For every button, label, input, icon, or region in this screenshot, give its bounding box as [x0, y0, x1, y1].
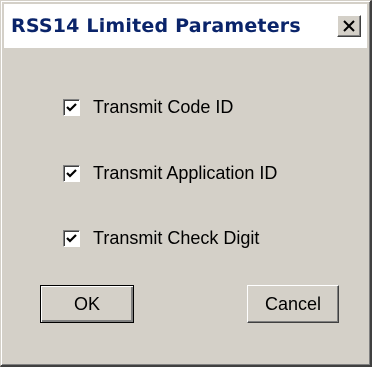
transmit-application-id-option[interactable]: Transmit Application ID	[63, 162, 277, 184]
cancel-button[interactable]: Cancel	[247, 285, 339, 323]
ok-button[interactable]: OK	[40, 285, 134, 323]
transmit-check-digit-label: Transmit Check Digit	[93, 227, 260, 248]
title-bar: RSS14 Limited Parameters	[4, 4, 367, 48]
transmit-check-digit-option[interactable]: Transmit Check Digit	[63, 227, 259, 249]
transmit-code-id-option[interactable]: Transmit Code ID	[63, 96, 233, 118]
transmit-check-digit-checkbox[interactable]	[63, 229, 80, 247]
transmit-code-id-checkbox[interactable]	[63, 98, 80, 116]
dialog-title: RSS14 Limited Parameters	[11, 15, 301, 37]
checkmark-icon	[66, 102, 77, 112]
close-icon	[343, 20, 355, 32]
transmit-code-id-label: Transmit Code ID	[93, 96, 234, 117]
dialog-window: RSS14 Limited Parameters Transmit Code I…	[0, 0, 372, 367]
transmit-application-id-checkbox[interactable]	[63, 164, 80, 182]
transmit-application-id-label: Transmit Application ID	[93, 162, 278, 183]
checkmark-icon	[66, 233, 77, 243]
checkmark-icon	[66, 168, 77, 178]
close-button[interactable]	[337, 15, 361, 37]
